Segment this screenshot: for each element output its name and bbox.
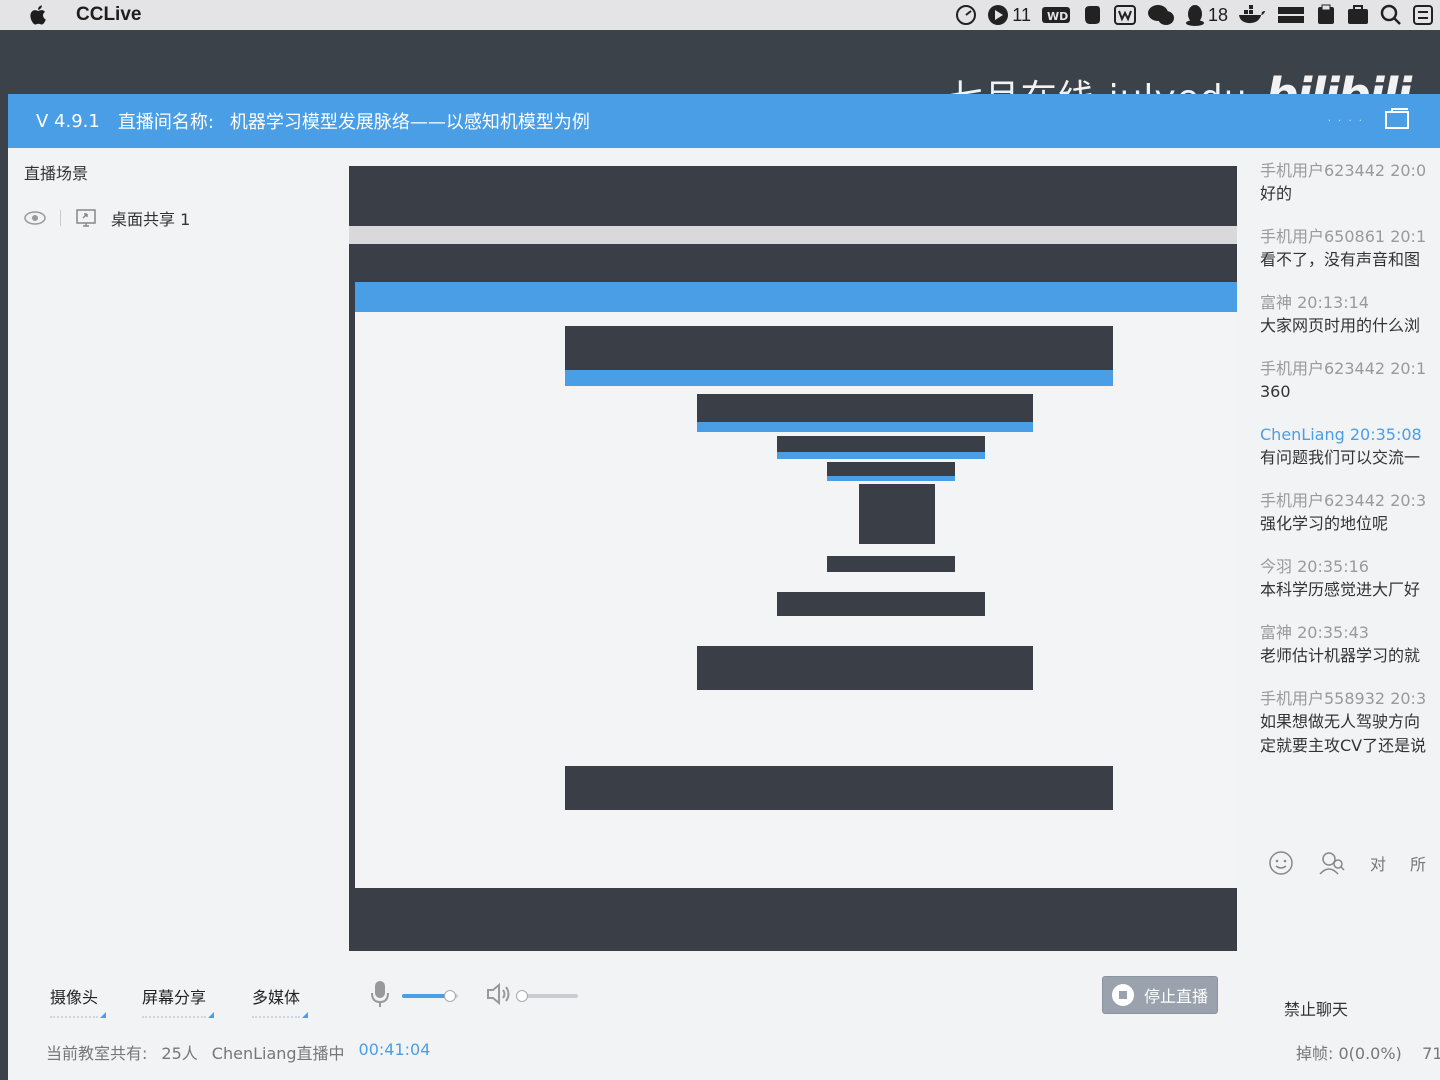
host-status: ChenLiang直播中 xyxy=(211,1044,345,1063)
chat-message: ChenLiang 20:35:08 有问题我们可以交流一 xyxy=(1260,425,1422,467)
control-center-icon[interactable] xyxy=(1412,4,1434,26)
screen-share-button[interactable]: 屏幕分享 xyxy=(142,984,215,1018)
clipboard-icon[interactable] xyxy=(1316,4,1336,26)
chat-message: 手机用户650861 20:1 看不了，没有声音和图 xyxy=(1260,227,1427,269)
qq-badge: 18 xyxy=(1207,4,1228,25)
search-icon[interactable] xyxy=(1380,4,1402,26)
dropped-frames: 掉帧: 0(0.0%) 71 xyxy=(1296,1044,1440,1063)
wechat-icon[interactable] xyxy=(1147,4,1175,26)
speaker-icon[interactable] xyxy=(486,982,512,1006)
chat-message: 富神 20:13:14 大家网页时用的什么浏 xyxy=(1260,293,1421,335)
microphone-icon[interactable] xyxy=(370,980,390,1008)
title-bar: V 4.9.1 直播间名称: 机器学习模型发展脉络——以感知机模型为例 · · … xyxy=(8,94,1440,148)
stop-icon xyxy=(1111,984,1134,1006)
status-tray: 11 WD 18 xyxy=(955,0,1434,30)
chat-target-label: 对 xyxy=(1370,855,1387,874)
live-preview xyxy=(349,166,1237,951)
chat-tools: 对 所 xyxy=(1268,850,1426,876)
scene-panel: 直播场景 桌面共享 1 xyxy=(8,148,348,968)
video-badge: 11 xyxy=(1012,4,1031,25)
evernote-icon[interactable] xyxy=(1081,4,1103,26)
chat-target-select[interactable]: 所 xyxy=(1410,851,1426,875)
status-bar: 当前教室共有: 25人 ChenLiang直播中 00:41:04 xyxy=(46,1040,430,1064)
room-name: 机器学习模型发展脉络——以感知机模型为例 xyxy=(229,112,590,133)
desktop-share-icon xyxy=(76,209,96,227)
apple-icon[interactable] xyxy=(30,5,48,25)
scene-item-desktop-share[interactable]: 桌面共享 1 xyxy=(24,206,190,230)
user-search-icon[interactable] xyxy=(1318,850,1346,876)
multimedia-button[interactable]: 多媒体 xyxy=(252,984,309,1018)
svg-text:WD: WD xyxy=(1047,10,1068,23)
speaker-volume-slider[interactable] xyxy=(516,990,578,1002)
storage-icon[interactable] xyxy=(1276,5,1306,25)
scene-item-label: 桌面共享 1 xyxy=(111,210,191,229)
chat-message: 手机用户623442 20:0 好的 xyxy=(1260,161,1427,203)
mic-volume-slider[interactable] xyxy=(402,990,458,1002)
cclive-window: V 4.9.1 直播间名称: 机器学习模型发展脉络——以感知机模型为例 · · … xyxy=(8,94,1440,1080)
captured-menu-bar xyxy=(349,226,1237,244)
app-name[interactable]: CCLive xyxy=(76,4,141,26)
chat-message: 富神 20:35:43 老师估计机器学习的就 xyxy=(1260,623,1421,665)
scene-label: 直播场景 xyxy=(24,164,89,183)
eye-icon[interactable] xyxy=(24,211,46,225)
menu-bar: CCLive 11 WD 18 xyxy=(0,0,1440,30)
room-name-label: 直播间名称: xyxy=(117,112,214,133)
toolbox-icon[interactable] xyxy=(1346,4,1370,26)
wd-drive-icon[interactable]: WD xyxy=(1041,5,1071,25)
audience-label: 当前教室共有: xyxy=(46,1044,148,1063)
live-timer: 00:41:04 xyxy=(358,1040,431,1059)
wps-icon[interactable] xyxy=(1113,4,1137,26)
docker-icon[interactable] xyxy=(1238,5,1266,25)
window-dots: · · · · xyxy=(1327,116,1364,127)
bottom-toolbar: 摄像头 屏幕分享 多媒体 停止直播 禁止聊天 当前教室共有: 25人 ChenL… xyxy=(8,964,1440,1080)
stop-live-button[interactable]: 停止直播 xyxy=(1102,976,1218,1014)
screen-switch-icon[interactable] xyxy=(1384,108,1410,130)
chat-message: 今羽 20:35:16 本科学历感觉进大厂好 xyxy=(1260,557,1421,599)
chat-panel: 手机用户623442 20:0 好的 手机用户650861 20:1 看不了，没… xyxy=(1260,160,1440,860)
qq-icon[interactable]: 18 xyxy=(1185,4,1228,26)
version-label: V 4.9.1 xyxy=(36,110,100,132)
ban-chat-toggle[interactable]: 禁止聊天 xyxy=(1284,996,1348,1020)
chat-message: 手机用户623442 20:1 360 xyxy=(1260,359,1427,401)
chat-message: 手机用户623442 20:3 强化学习的地位呢 xyxy=(1260,491,1427,533)
camera-button[interactable]: 摄像头 xyxy=(50,984,107,1018)
divider xyxy=(60,210,61,226)
chat-message: 手机用户558932 20:3 如果想做无人驾驶方向 定就要主攻CV了还是说 xyxy=(1260,689,1427,755)
emoji-icon[interactable] xyxy=(1268,850,1294,876)
speedometer-icon[interactable] xyxy=(955,4,977,26)
video-player-icon[interactable]: 11 xyxy=(987,4,1031,26)
captured-window xyxy=(355,282,1237,888)
audience-count: 25人 xyxy=(161,1044,198,1063)
